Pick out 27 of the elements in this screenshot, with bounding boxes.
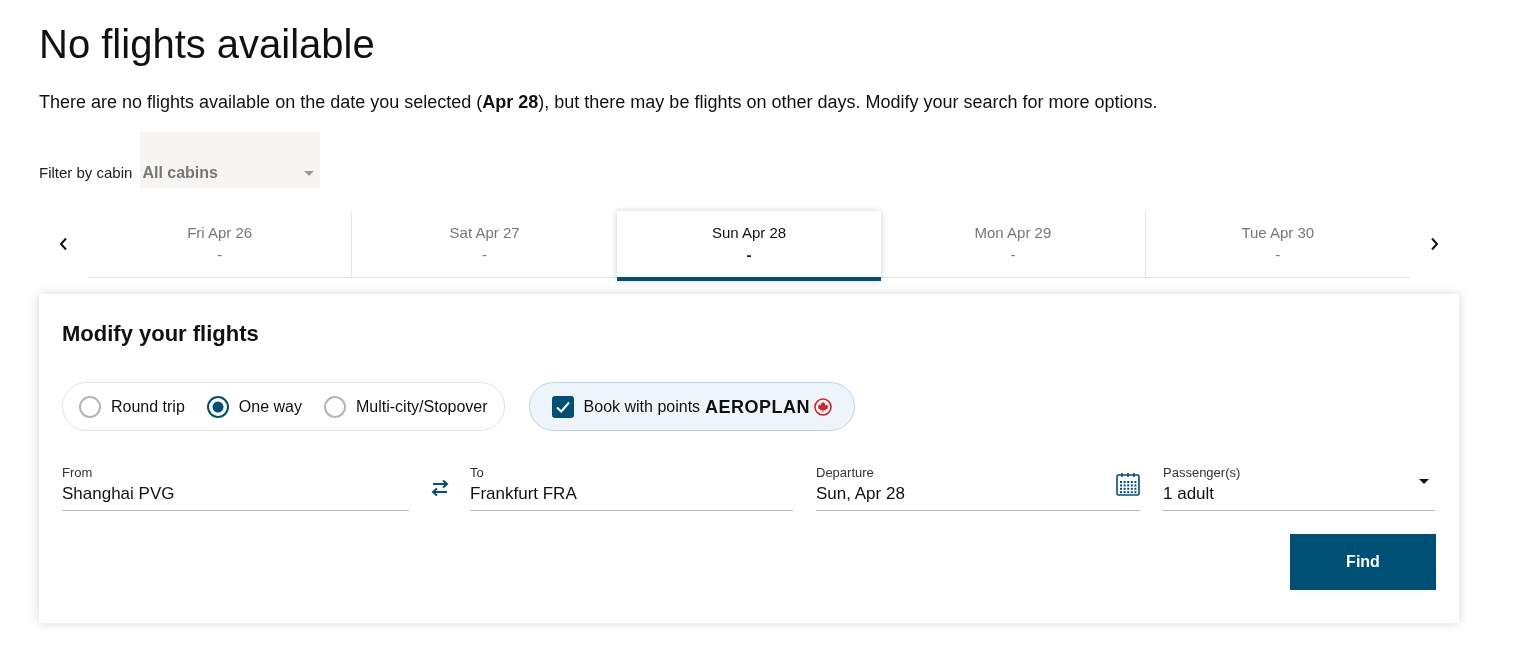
passengers-select[interactable]: Passenger(s) 1 adult xyxy=(1163,464,1435,511)
modify-title: Modify your flights xyxy=(62,320,259,348)
departure-date-field[interactable]: Departure Sun, Apr 28 xyxy=(816,464,1140,511)
date-tab[interactable]: Mon Apr 29 - xyxy=(881,211,1146,277)
origin-field[interactable]: From Shanghai PVG xyxy=(62,464,409,511)
no-flights-message: There are no flights available on the date you selected (Apr 28), but there may be flights on other days. Modify your search for more options. xyxy=(39,91,1158,114)
chevron-left-icon xyxy=(59,237,68,251)
trip-type-option[interactable]: Round trip xyxy=(79,395,185,418)
cabin-select[interactable]: All cabins xyxy=(140,132,321,188)
date-tab[interactable]: Sat Apr 27 - xyxy=(352,211,617,277)
date-tab[interactable]: Sun Apr 28 - xyxy=(616,211,882,281)
book-with-points-checkbox[interactable]: Book with points xyxy=(551,395,701,418)
calendar-icon[interactable] xyxy=(1116,472,1140,496)
maple-leaf-icon xyxy=(814,397,833,416)
caret-icon xyxy=(1419,479,1429,484)
trip-type-option[interactable]: Multi-city/Stopover xyxy=(323,395,488,418)
find-button[interactable]: Find xyxy=(1290,534,1436,590)
date-tab[interactable]: Fri Apr 26 - xyxy=(88,211,353,277)
aeroplan-wordmark: AEROPLAN xyxy=(705,395,811,418)
swap-icon[interactable] xyxy=(429,479,450,497)
cabin-filter-label: Filter by cabin xyxy=(39,163,133,183)
chevron-right-icon xyxy=(1430,237,1439,251)
date-tab[interactable]: Tue Apr 30 - xyxy=(1145,211,1410,277)
caret-icon xyxy=(304,171,315,176)
trip-type-option[interactable]: One way xyxy=(206,395,302,418)
destination-field[interactable]: To Frankfurt FRA xyxy=(470,464,793,511)
page-title: No flights available xyxy=(39,21,375,68)
